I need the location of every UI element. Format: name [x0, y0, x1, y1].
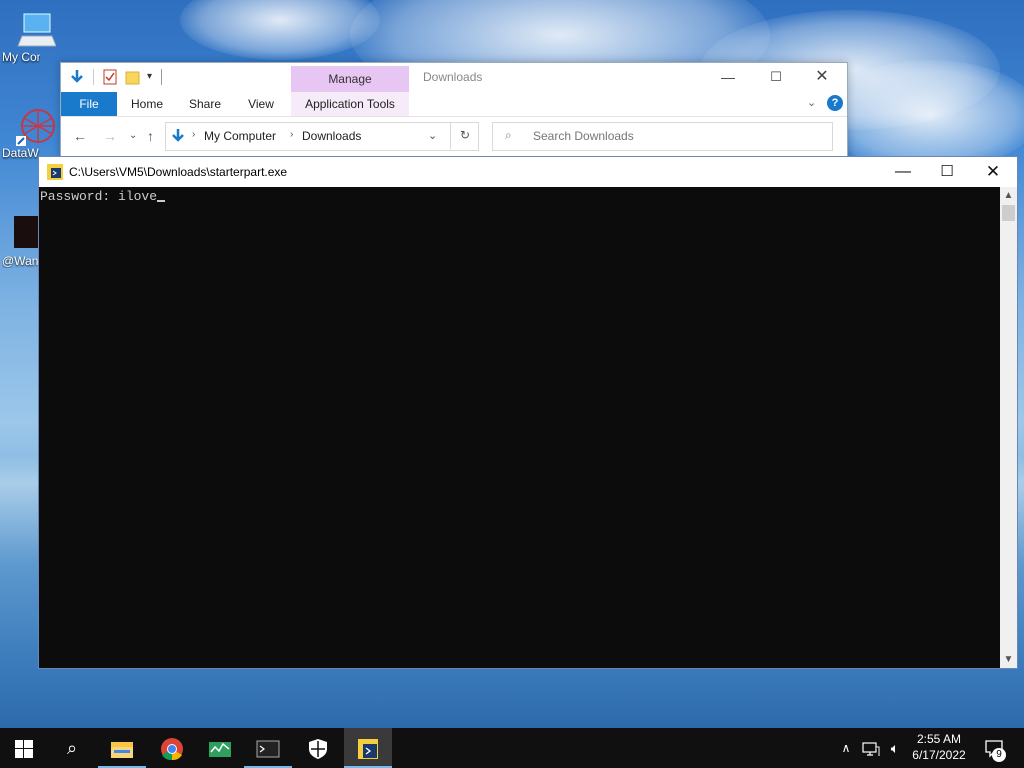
recent-locations-icon[interactable]: ⌄: [129, 130, 137, 141]
network-icon[interactable]: [860, 728, 882, 768]
notification-badge: 9: [992, 748, 1006, 762]
refresh-icon[interactable]: ↻: [450, 122, 479, 149]
console-titlebar[interactable]: C:\Users\VM5\Downloads\starterpart.exe —…: [39, 157, 1017, 187]
address-bar[interactable]: › My Computer › Downloads ⌄ ↻: [165, 122, 479, 151]
clock-time: 2:55 AM: [916, 732, 962, 746]
console-output-area[interactable]: Password: ilove: [39, 187, 1000, 668]
tab-file[interactable]: File: [61, 92, 117, 116]
windows-security-icon[interactable]: [294, 728, 342, 768]
ribbon-tabs: File Home Share View Application Tools ⌄…: [61, 92, 847, 117]
tab-application-tools[interactable]: Application Tools: [291, 92, 409, 116]
task-manager-icon[interactable]: [196, 728, 244, 768]
minimize-icon[interactable]: —: [713, 67, 743, 87]
volume-icon[interactable]: 🔈︎: [884, 728, 906, 768]
quick-access-divider: [93, 69, 94, 85]
scroll-up-icon[interactable]: ▲: [1000, 187, 1017, 204]
close-icon[interactable]: ✕: [971, 161, 1015, 183]
minimize-icon[interactable]: —: [881, 161, 925, 183]
breadcrumb-downloads[interactable]: Downloads: [302, 129, 361, 143]
scroll-down-icon[interactable]: ▼: [1000, 651, 1017, 668]
desktop-cloud: [820, 60, 1024, 170]
help-icon[interactable]: ?: [827, 95, 843, 111]
chevron-right-icon: ›: [192, 129, 196, 140]
close-icon[interactable]: ✕: [807, 67, 837, 87]
chrome-icon[interactable]: [148, 728, 196, 768]
tab-home[interactable]: Home: [123, 92, 171, 116]
file-explorer-window[interactable]: ▾ Manage Downloads — ☐ ✕ File Home Share…: [60, 62, 848, 164]
clock-date: 6/17/2022: [912, 748, 966, 762]
console-title: C:\Users\VM5\Downloads\starterpart.exe: [69, 165, 288, 179]
tab-view[interactable]: View: [237, 92, 285, 116]
maximize-icon[interactable]: ☐: [761, 67, 791, 87]
chevron-down-icon[interactable]: ⌄: [428, 129, 437, 142]
search-icon[interactable]: ⌕: [48, 728, 96, 768]
console-window[interactable]: C:\Users\VM5\Downloads\starterpart.exe —…: [38, 156, 1018, 669]
console-app-icon: [47, 164, 63, 180]
explorer-titlebar[interactable]: ▾ Manage Downloads — ☐ ✕: [61, 63, 847, 92]
back-icon[interactable]: ←: [73, 128, 87, 144]
clock[interactable]: 2:55 AM 6/17/2022: [906, 731, 972, 763]
customize-quick-access-icon[interactable]: ▾: [147, 69, 152, 85]
text-cursor: [157, 200, 166, 202]
desktop-icon-label: @Wan: [2, 254, 39, 268]
windows-start-icon[interactable]: [0, 728, 48, 768]
window-title: Downloads: [423, 70, 483, 84]
maximize-icon[interactable]: ☐: [925, 161, 969, 183]
show-hidden-icons-icon[interactable]: ∧: [836, 728, 856, 768]
desktop-icon-my-computer[interactable]: My Computer: [0, 10, 70, 64]
desktop-icon-label: My Computer: [2, 50, 40, 64]
desktop-icon-label: DataW: [2, 146, 39, 160]
file-explorer-icon[interactable]: [98, 728, 146, 768]
downloads-icon: [172, 129, 184, 142]
tab-manage[interactable]: Manage: [291, 66, 409, 92]
scrollbar-thumb[interactable]: [1002, 205, 1015, 221]
expand-ribbon-icon[interactable]: ⌄: [807, 96, 816, 109]
new-folder-icon[interactable]: [125, 69, 141, 85]
console-output: Password: ilove: [40, 189, 166, 204]
search-input[interactable]: ⌕ Search Downloads: [492, 122, 833, 151]
cmd-icon[interactable]: [244, 728, 292, 768]
search-icon: ⌕: [505, 128, 512, 142]
console-output-text: Password: ilove: [40, 189, 158, 204]
taskbar: ⌕ ∧ 🔈︎ 2:55 AM 6/17/2022 9: [0, 728, 1024, 768]
forward-icon[interactable]: →: [103, 128, 117, 144]
tab-share[interactable]: Share: [181, 92, 229, 116]
chevron-right-icon: ›: [290, 129, 294, 140]
search-placeholder: Search Downloads: [533, 129, 634, 143]
vertical-scrollbar[interactable]: ▲ ▼: [1000, 187, 1017, 668]
properties-icon[interactable]: [69, 69, 85, 85]
starterpart-icon[interactable]: [344, 728, 392, 768]
breadcrumb-my-computer[interactable]: My Computer: [204, 129, 276, 143]
datawatch-icon: [16, 106, 56, 146]
computer-icon: [16, 10, 57, 50]
up-icon[interactable]: ↑: [147, 128, 154, 144]
quick-access-divider: [161, 69, 162, 85]
checklist-icon[interactable]: [103, 69, 117, 85]
desktop-cloud: [180, 0, 380, 60]
address-row: ← → ⌄ ↑ › My Computer › Downloads ⌄ ↻ ⌕ …: [61, 117, 847, 155]
